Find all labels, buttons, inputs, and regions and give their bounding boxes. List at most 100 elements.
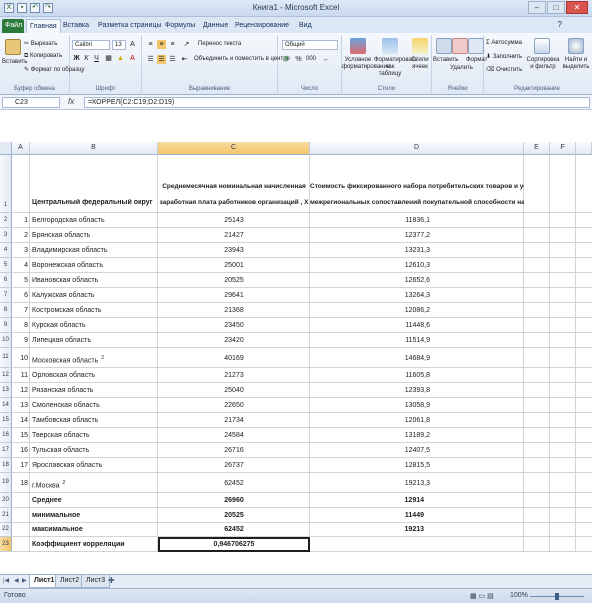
find-select-button[interactable]: Найти и выделить — [562, 57, 590, 71]
clear-button[interactable]: ⌫ Очистить — [486, 66, 522, 73]
row-header[interactable]: 4 — [0, 243, 12, 258]
summary-x-value[interactable]: 62452 — [158, 523, 310, 537]
row-header[interactable]: 17 — [0, 443, 12, 458]
basket-cost-value[interactable]: 13058,9 — [310, 398, 430, 413]
summary-x-value[interactable]: 20525 — [158, 508, 310, 523]
basket-cost-value[interactable]: 12652,6 — [310, 273, 430, 288]
salary-value[interactable]: 20525 — [158, 273, 310, 288]
row-header[interactable]: 7 — [0, 288, 12, 303]
region-name[interactable]: Липецкая область — [32, 333, 156, 348]
decrease-indent-icon[interactable]: ⇤ — [180, 55, 189, 64]
row-header[interactable]: 20 — [0, 493, 12, 508]
row-header[interactable]: 6 — [0, 273, 12, 288]
zoom-level[interactable]: 100% — [510, 592, 528, 599]
fx-icon[interactable]: fx — [68, 97, 74, 106]
select-all-corner[interactable] — [0, 142, 12, 155]
region-name[interactable]: Воронежская область — [32, 258, 156, 273]
format-as-table-icon[interactable] — [382, 38, 398, 54]
align-left-icon[interactable]: ☰ — [146, 55, 155, 64]
salary-value[interactable]: 23943 — [158, 243, 310, 258]
summary-label[interactable]: минимальное — [32, 508, 156, 523]
row-header[interactable]: 15 — [0, 413, 12, 428]
salary-value[interactable]: 22650 — [158, 398, 310, 413]
basket-cost-value[interactable]: 11448,6 — [310, 318, 430, 333]
row-header[interactable]: 11 — [0, 348, 12, 368]
orientation-icon[interactable]: ↗ — [182, 40, 191, 49]
font-color-icon[interactable]: A — [128, 54, 137, 63]
sort-filter-icon[interactable] — [534, 38, 550, 54]
column-header-c[interactable]: C — [158, 142, 310, 155]
formula-input[interactable]: =КОРРЕЛ(C2:C19;D2:D19) — [84, 97, 590, 108]
salary-value[interactable]: 26716 — [158, 443, 310, 458]
basket-cost-value[interactable]: 12407,5 — [310, 443, 430, 458]
salary-value[interactable]: 24584 — [158, 428, 310, 443]
basket-cost-value[interactable]: 12393,8 — [310, 383, 430, 398]
cut-button[interactable]: ✂ Вырезать — [24, 40, 57, 47]
tab-formulas[interactable]: Формулы — [162, 19, 198, 33]
summary-y-value[interactable] — [310, 537, 424, 552]
row-header[interactable]: 23 — [0, 537, 12, 552]
region-name[interactable]: Ярославская область — [32, 458, 156, 473]
region-name[interactable]: Тульская область — [32, 443, 156, 458]
salary-value[interactable]: 25143 — [158, 213, 310, 228]
row-index[interactable]: 2 — [12, 228, 29, 243]
row-header[interactable]: 10 — [0, 333, 12, 348]
region-name[interactable]: Тверская область — [32, 428, 156, 443]
tab-view[interactable]: Вид — [296, 19, 315, 33]
tab-file[interactable]: Файл — [2, 19, 24, 33]
align-center-icon[interactable]: ☰ — [157, 55, 166, 64]
number-format-select[interactable]: Общий — [282, 40, 338, 50]
header-x-line1[interactable]: Среднемесячная номинальная начисленная — [158, 183, 310, 190]
new-sheet-icon[interactable]: ✚ — [108, 576, 115, 585]
row-index[interactable]: 4 — [12, 258, 29, 273]
row-header[interactable]: 22 — [0, 523, 12, 537]
header-region[interactable]: Центральный федеральный округ — [32, 199, 153, 206]
basket-cost-value[interactable]: 14684,9 — [310, 348, 430, 368]
bold-button[interactable]: Ж — [72, 54, 81, 63]
summary-label[interactable]: максимальное — [32, 523, 156, 537]
row-index[interactable]: 5 — [12, 273, 29, 288]
paste-icon[interactable] — [5, 39, 21, 55]
delete-cells-icon[interactable] — [452, 38, 468, 54]
basket-cost-value[interactable]: 12377,2 — [310, 228, 430, 243]
column-header-d[interactable]: D — [310, 142, 524, 155]
minimize-button[interactable]: – — [528, 1, 546, 14]
basket-cost-value[interactable]: 19213,3 — [310, 473, 430, 493]
tab-page-layout[interactable]: Разметка страницы — [95, 19, 165, 33]
percent-button[interactable]: % — [294, 55, 303, 64]
merge-center-button[interactable]: Объединить и поместить в центре — [194, 56, 290, 62]
tab-data[interactable]: Данные — [200, 19, 231, 33]
conditional-format-icon[interactable] — [350, 38, 366, 54]
header-y-line1[interactable]: Стоимость фиксированного набора потребит… — [310, 183, 524, 190]
name-box[interactable]: C23 — [2, 97, 60, 108]
basket-cost-value[interactable]: 11836,1 — [310, 213, 430, 228]
row-header[interactable]: 16 — [0, 428, 12, 443]
row-header[interactable]: 9 — [0, 318, 12, 333]
insert-cells-icon[interactable] — [436, 38, 452, 54]
increase-decimal-icon[interactable]: ← — [322, 55, 331, 64]
row-index[interactable]: 1 — [12, 213, 29, 228]
basket-cost-value[interactable]: 13264,3 — [310, 288, 430, 303]
row-index[interactable]: 13 — [12, 398, 29, 413]
region-name[interactable]: Владимирская область — [32, 243, 156, 258]
basket-cost-value[interactable]: 12815,5 — [310, 458, 430, 473]
region-name[interactable]: Тамбовская область — [32, 413, 156, 428]
row-header[interactable]: 8 — [0, 303, 12, 318]
column-header-b[interactable]: B — [30, 142, 158, 155]
sheet-nav-prev-icon[interactable]: ◀ — [14, 577, 19, 584]
maximize-button[interactable]: □ — [547, 1, 565, 14]
row-header-1[interactable]: 1 — [0, 155, 12, 213]
basket-cost-value[interactable]: 11605,8 — [310, 368, 430, 383]
basket-cost-value[interactable]: 13231,3 — [310, 243, 430, 258]
salary-value[interactable]: 26737 — [158, 458, 310, 473]
salary-value[interactable]: 40169 — [158, 348, 310, 368]
region-name[interactable]: Рязанская область — [32, 383, 156, 398]
salary-value[interactable]: 25001 — [158, 258, 310, 273]
summary-label[interactable]: Коэффициент корреляции — [32, 537, 156, 552]
row-index[interactable]: 6 — [12, 288, 29, 303]
salary-value[interactable]: 21427 — [158, 228, 310, 243]
salary-value[interactable]: 23420 — [158, 333, 310, 348]
zoom-slider-knob[interactable] — [555, 593, 559, 600]
fill-button[interactable]: ⬇ Заполнить — [486, 53, 522, 60]
copy-button[interactable]: ⧉ Копировать — [24, 53, 62, 60]
